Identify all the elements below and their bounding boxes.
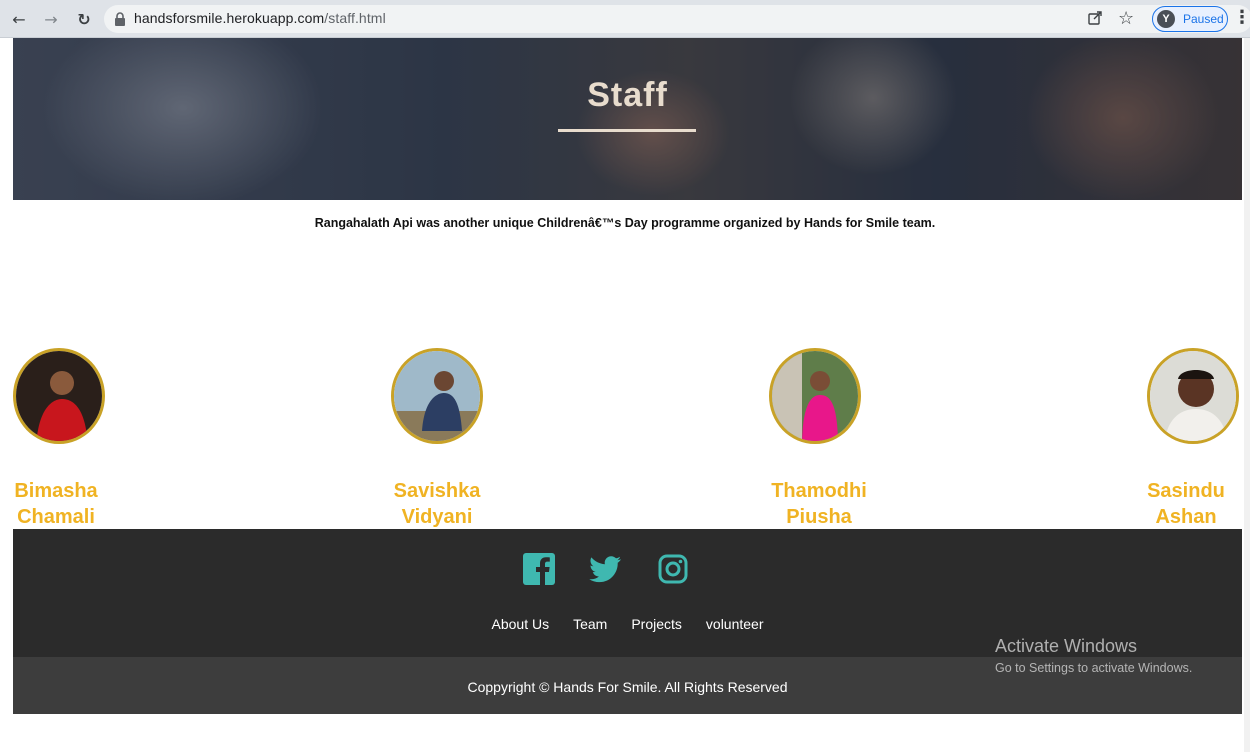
- page-title: Staff: [587, 76, 668, 114]
- twitter-icon[interactable]: [587, 551, 623, 587]
- staff-name: Savishka Vidyani: [387, 478, 487, 530]
- staff-first-name: Bimasha: [14, 480, 98, 502]
- hero-overlay: [13, 38, 1242, 200]
- staff-photo: [13, 348, 105, 444]
- footer-nav: About Us Team Projects volunteer: [13, 616, 1242, 632]
- staff-name: Sasindu Ashan: [1136, 478, 1236, 530]
- browser-toolbar: ← → ↻ handsforsmile.herokuapp.com/staff.…: [0, 0, 1250, 38]
- share-icon[interactable]: [1087, 10, 1103, 26]
- staff-first-name: Thamodhi: [771, 480, 867, 502]
- staff-card: Thamodhi Piusha Secretary: [769, 348, 919, 564]
- staff-name: Bimasha Chamali: [6, 478, 106, 530]
- copyright-text: Coppyright © Hands For Smile. All Rights…: [467, 679, 788, 695]
- avatar: Y: [1157, 10, 1175, 28]
- staff-card: Sasindu Ashan Vice-Seretary: [1147, 348, 1250, 564]
- activate-windows-watermark: Activate Windows Go to Settings to activ…: [995, 636, 1192, 675]
- title-underline: [558, 129, 696, 132]
- staff-card: Savishka Vidyani Co-President: [391, 348, 541, 564]
- hero-banner: Staff: [13, 38, 1242, 200]
- staff-card: Bimasha Chamali President/Founder: [13, 348, 163, 564]
- footer-link-about-us[interactable]: About Us: [492, 616, 550, 632]
- staff-photo: [391, 348, 483, 444]
- profile-status: Paused: [1183, 12, 1224, 26]
- footer-link-volunteer[interactable]: volunteer: [706, 616, 764, 632]
- intro-text: Rangahalath Api was another unique Child…: [314, 216, 936, 230]
- staff-last-name: Chamali: [17, 506, 95, 528]
- forward-arrow-icon[interactable]: →: [40, 8, 62, 30]
- footer-link-projects[interactable]: Projects: [631, 616, 682, 632]
- url-path: /staff.html: [324, 10, 386, 26]
- staff-last-name: Vidyani: [401, 506, 473, 528]
- profile-button[interactable]: Y Paused: [1152, 6, 1228, 32]
- watermark-subtitle: Go to Settings to activate Windows.: [995, 661, 1193, 675]
- watermark-title: Activate Windows: [995, 636, 1138, 656]
- staff-first-name: Sasindu: [1147, 480, 1225, 502]
- staff-first-name: Savishka: [393, 480, 481, 502]
- back-arrow-icon[interactable]: ←: [8, 8, 30, 30]
- staff-photo: [1147, 348, 1239, 444]
- scrollbar[interactable]: [1244, 38, 1250, 752]
- staff-name: Thamodhi Piusha: [769, 478, 869, 530]
- kebab-menu-icon[interactable]: ⋮: [1233, 7, 1250, 28]
- url-text[interactable]: handsforsmile.herokuapp.com/staff.html: [134, 10, 386, 26]
- bookmark-star-icon[interactable]: ☆: [1118, 8, 1134, 29]
- staff-last-name: Ashan: [1155, 506, 1217, 528]
- url-host: handsforsmile.herokuapp.com: [134, 10, 325, 26]
- lock-icon[interactable]: [112, 11, 128, 27]
- staff-photo: [769, 348, 861, 444]
- footer-link-team[interactable]: Team: [573, 616, 607, 632]
- instagram-icon[interactable]: [655, 551, 691, 587]
- staff-last-name: Piusha: [786, 506, 852, 528]
- reload-icon[interactable]: ↻: [73, 8, 95, 30]
- facebook-icon[interactable]: [521, 551, 557, 587]
